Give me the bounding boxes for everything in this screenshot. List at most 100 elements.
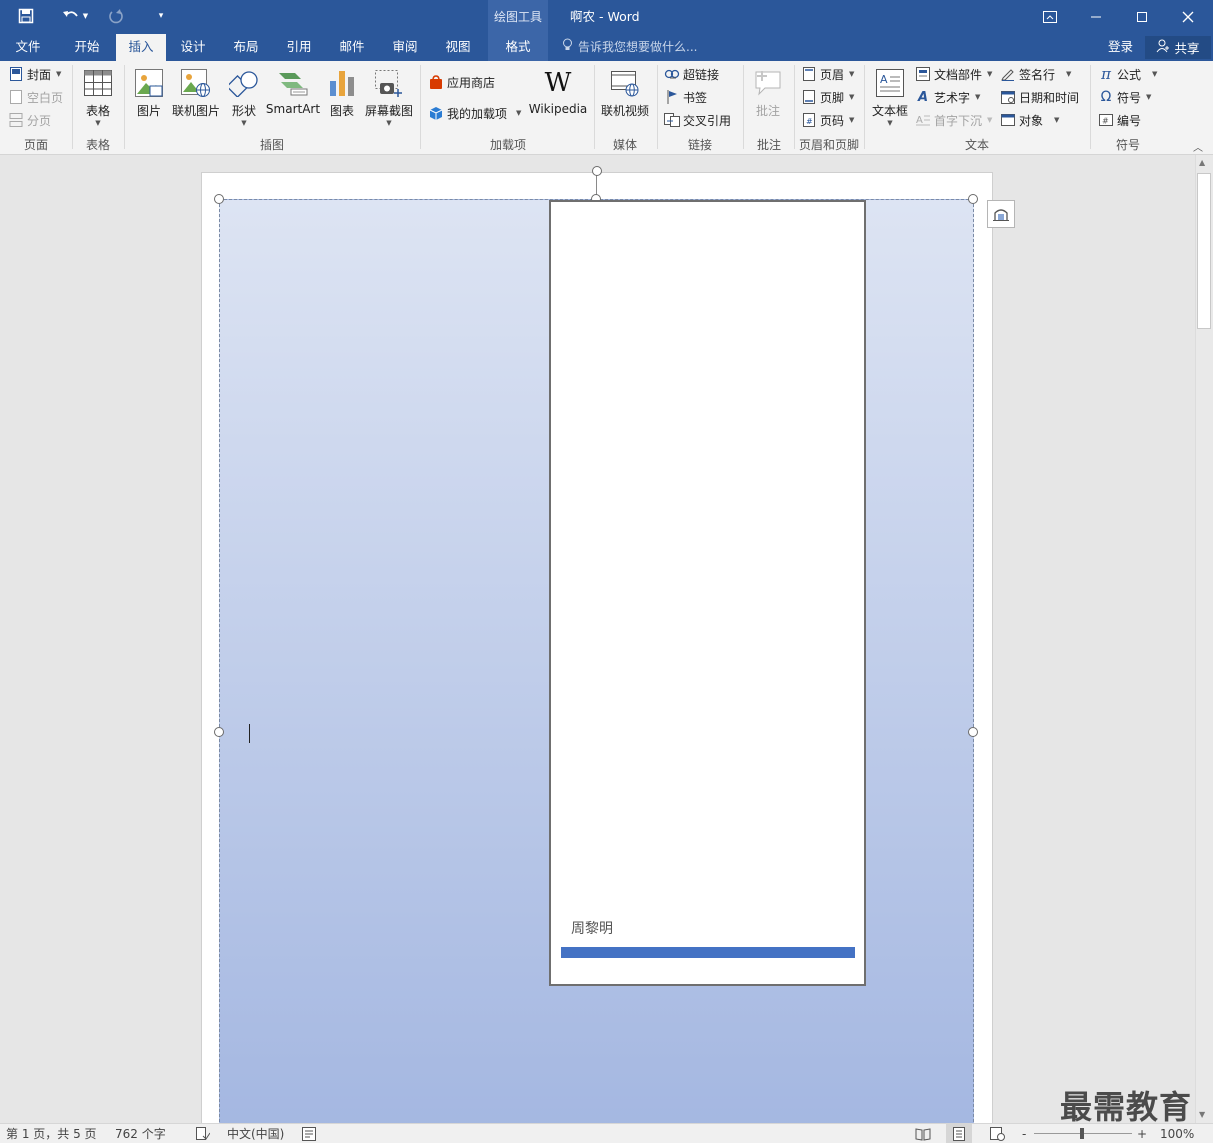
read-mode-icon[interactable]	[915, 1124, 931, 1143]
group-separator	[1090, 65, 1091, 149]
footer-button[interactable]: 页脚 ▼	[801, 87, 854, 107]
cross-reference-button[interactable]: 交叉引用	[664, 110, 731, 130]
comment-icon	[752, 67, 784, 99]
macro-icon[interactable]	[302, 1124, 316, 1143]
numbering-button[interactable]: # 编号	[1098, 110, 1141, 130]
tab-mailings[interactable]: 邮件	[327, 34, 377, 61]
comment-button[interactable]: 批注	[750, 67, 786, 119]
print-layout-icon[interactable]	[946, 1124, 972, 1143]
cover-card[interactable]	[549, 200, 866, 986]
wordart-button[interactable]: A 艺术字 ▼	[915, 87, 980, 107]
group-label-symbols: 符号	[1115, 138, 1140, 152]
resize-handle-top-right[interactable]	[968, 194, 978, 204]
shapes-button[interactable]: 形状 ▼	[226, 67, 262, 127]
table-button[interactable]: 表格 ▼	[80, 67, 116, 127]
proofing-icon[interactable]	[196, 1124, 211, 1143]
tell-me-box[interactable]: 告诉我您想要做什么...	[562, 34, 697, 61]
redo-icon[interactable]	[104, 5, 128, 27]
tab-view[interactable]: 视图	[433, 34, 483, 61]
scroll-down-icon[interactable]: ▼	[1199, 1110, 1205, 1119]
customize-qat-icon[interactable]: ▾	[150, 5, 172, 27]
author-name[interactable]: 周黎明	[571, 918, 613, 938]
symbol-button[interactable]: Ω 符号 ▼	[1098, 87, 1152, 107]
tab-design[interactable]: 设计	[168, 34, 218, 61]
wikipedia-icon: W	[544, 68, 572, 98]
group-label-text: 文本	[964, 138, 989, 152]
equation-button[interactable]: π 公式 ▼	[1098, 64, 1157, 84]
scroll-up-icon[interactable]: ▲	[1199, 158, 1205, 167]
my-addins-button[interactable]: 我的加载项 ▼	[428, 103, 521, 123]
number-icon: #	[1098, 112, 1114, 128]
page-break-button[interactable]: 分页	[8, 110, 51, 130]
minimize-icon[interactable]	[1073, 0, 1119, 34]
store-icon	[428, 74, 444, 90]
web-layout-icon[interactable]	[990, 1124, 1006, 1143]
cover-page-button[interactable]: 封面 ▼	[8, 64, 61, 84]
share-button[interactable]: 共享	[1145, 36, 1211, 59]
undo-icon[interactable]: ▼	[58, 5, 92, 27]
tab-insert[interactable]: 插入	[116, 34, 166, 61]
signature-line-button[interactable]: 签名行 ▼	[1000, 64, 1071, 84]
tab-layout[interactable]: 布局	[221, 34, 271, 61]
save-icon[interactable]	[14, 5, 38, 27]
svg-text:A: A	[916, 115, 923, 126]
chart-button[interactable]: 图表	[326, 67, 358, 119]
resize-handle-top-left[interactable]	[214, 194, 224, 204]
group-separator	[72, 65, 73, 149]
quick-parts-icon	[915, 66, 931, 82]
tab-review[interactable]: 审阅	[380, 34, 430, 61]
chart-icon	[326, 67, 358, 99]
language-indicator[interactable]: 中文(中国)	[227, 1124, 284, 1143]
tab-file[interactable]: 文件	[4, 34, 52, 61]
object-button[interactable]: 对象 ▼	[1000, 110, 1059, 130]
group-label-media: 媒体	[612, 138, 637, 152]
layout-options-icon[interactable]	[987, 200, 1015, 228]
close-icon[interactable]	[1165, 0, 1211, 34]
zoom-level[interactable]: 100%	[1160, 1124, 1194, 1143]
header-button[interactable]: 页眉 ▼	[801, 64, 854, 84]
drop-cap-button[interactable]: A 首字下沉 ▼	[915, 110, 992, 130]
wikipedia-button[interactable]: W Wikipedia	[528, 67, 588, 116]
page-number-icon: #	[801, 112, 817, 128]
picture-button[interactable]: 图片	[131, 67, 167, 119]
calendar-icon	[1000, 89, 1016, 105]
quick-parts-button[interactable]: 文档部件 ▼	[915, 64, 992, 84]
resize-handle-right[interactable]	[968, 727, 978, 737]
accent-bar	[561, 947, 855, 958]
maximize-icon[interactable]	[1119, 0, 1165, 34]
status-bar: 第 1 页，共 5 页 762 个字 中文(中国) - + 100%	[0, 1123, 1213, 1143]
omega-icon: Ω	[1100, 89, 1112, 105]
group-label-links: 链接	[687, 138, 712, 152]
shapes-icon	[228, 67, 260, 99]
tab-format[interactable]: 格式	[488, 34, 548, 61]
blank-page-button[interactable]: 空白页	[8, 87, 63, 107]
date-time-button[interactable]: 日期和时间	[1000, 87, 1079, 107]
zoom-in-button[interactable]: +	[1137, 1124, 1147, 1143]
smartart-button[interactable]: SmartArt	[265, 67, 321, 116]
online-picture-button[interactable]: 联机图片	[170, 67, 222, 119]
screenshot-button[interactable]: 屏幕截图 ▼	[363, 67, 415, 127]
store-button[interactable]: 应用商店	[428, 72, 495, 92]
login-link[interactable]: 登录	[1108, 34, 1133, 59]
drop-cap-icon: A	[915, 112, 931, 128]
resize-handle-left[interactable]	[214, 727, 224, 737]
bookmark-button[interactable]: 书签	[664, 87, 707, 107]
scroll-thumb[interactable]	[1197, 173, 1211, 329]
textbox-button[interactable]: A 文本框 ▼	[870, 67, 910, 127]
hyperlink-button[interactable]: 超链接	[664, 64, 719, 84]
collapse-ribbon-icon[interactable]: ︿	[1193, 139, 1203, 154]
ribbon-tabs: 文件 开始 插入 设计 布局 引用 邮件 审阅 视图 格式 告诉我您想要做什么.…	[0, 34, 1213, 61]
online-video-button[interactable]: 联机视频	[598, 67, 652, 119]
tab-references[interactable]: 引用	[274, 34, 324, 61]
object-icon	[1000, 112, 1016, 128]
screenshot-icon	[373, 67, 405, 99]
tab-home[interactable]: 开始	[62, 34, 112, 61]
rotate-handle-icon[interactable]	[592, 166, 602, 176]
ribbon-display-icon[interactable]	[1027, 0, 1073, 34]
group-separator	[864, 65, 865, 149]
zoom-slider-thumb[interactable]	[1080, 1128, 1084, 1139]
word-count[interactable]: 762 个字	[115, 1124, 166, 1143]
page-number-button[interactable]: # 页码 ▼	[801, 110, 854, 130]
zoom-out-button[interactable]: -	[1022, 1124, 1026, 1143]
page-count[interactable]: 第 1 页，共 5 页	[6, 1124, 97, 1143]
